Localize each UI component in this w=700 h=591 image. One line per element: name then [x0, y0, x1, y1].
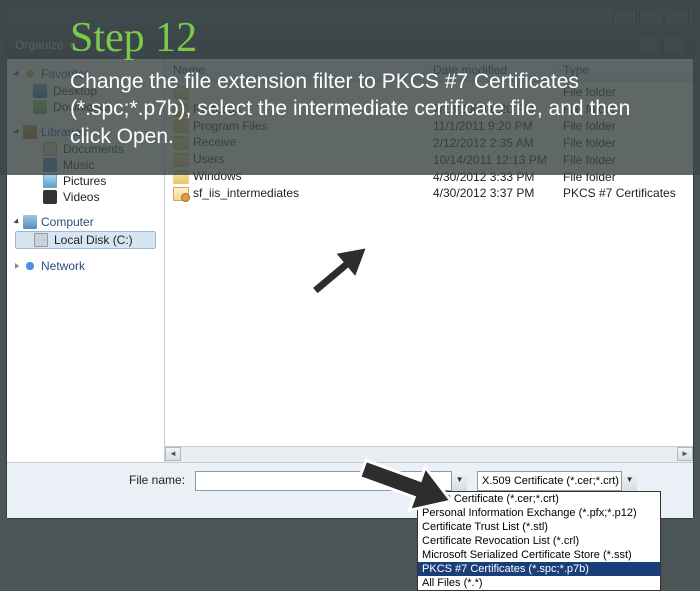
nav-pictures[interactable]: Pictures: [15, 173, 156, 189]
filter-option[interactable]: PKCS #7 Certificates (*.spc;*.p7b): [418, 562, 660, 576]
scroll-left-icon[interactable]: ◄: [165, 447, 181, 461]
computer-icon: [23, 215, 37, 229]
nav-videos[interactable]: Videos: [15, 189, 156, 205]
nav-local-disk[interactable]: Local Disk (C:): [15, 231, 156, 249]
arrow-to-file-icon: [296, 224, 386, 314]
file-open-bar: File name: ▼ X.509 Certificate (*.cer;*.…: [7, 462, 693, 518]
step-title: Step 12: [70, 14, 652, 62]
scroll-right-icon[interactable]: ►: [677, 447, 693, 461]
filter-dropdown-icon[interactable]: ▼: [621, 471, 637, 491]
videos-icon: [43, 190, 57, 204]
instruction-overlay: Step 12 Change the file extension filter…: [0, 0, 700, 175]
step-body: Change the file extension filter to PKCS…: [70, 68, 652, 150]
filter-option[interactable]: All Files (*.*): [418, 576, 660, 590]
certificate-icon: [173, 187, 189, 201]
disk-icon: [34, 233, 48, 247]
file-name-label: File name:: [129, 473, 185, 487]
arrow-to-filter-icon: [352, 440, 462, 530]
network-icon: [23, 259, 37, 273]
nav-network[interactable]: Network: [15, 259, 156, 273]
table-row[interactable]: sf_iis_intermediates4/30/2012 3:37 PMPKC…: [165, 185, 693, 202]
nav-computer[interactable]: Computer: [15, 215, 156, 229]
file-type-filter[interactable]: X.509 Certificate (*.cer;*.crt): [477, 471, 637, 491]
pictures-icon: [43, 174, 57, 188]
filter-option[interactable]: Microsoft Serialized Certificate Store (…: [418, 548, 660, 562]
filter-option[interactable]: Certificate Revocation List (*.crl): [418, 534, 660, 548]
